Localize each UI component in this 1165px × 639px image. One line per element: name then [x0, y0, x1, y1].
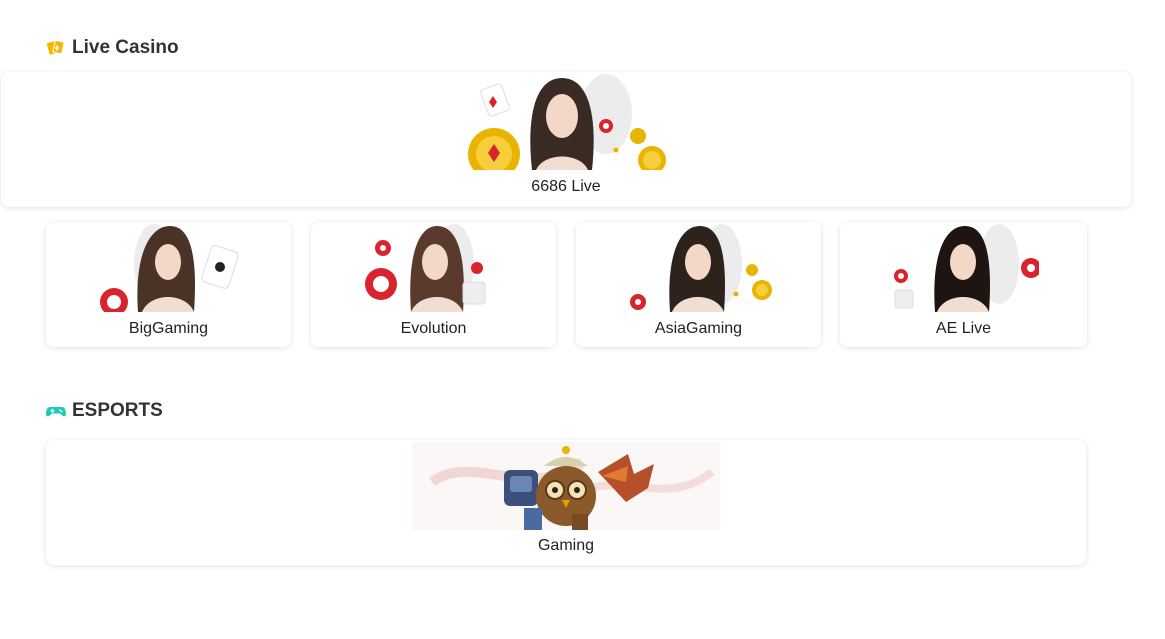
provider-label: BigGaming	[128, 320, 209, 337]
provider-label: AE Live	[935, 320, 992, 337]
live-dealer-image	[359, 224, 509, 312]
live-dealer-image	[94, 224, 244, 316]
provider-card-gaming[interactable]: Gaming	[46, 440, 1086, 565]
esports-heading: ESPORTS	[46, 400, 163, 422]
live-dealer-image	[466, 74, 666, 180]
provider-card-evolution[interactable]: Evolution	[311, 222, 556, 347]
provider-label: AsiaGaming	[654, 320, 743, 337]
live-casino-heading: Live Casino	[46, 37, 179, 59]
provider-card-ae-live[interactable]: AE Live	[840, 222, 1087, 347]
provider-label: Gaming	[537, 537, 595, 554]
esports-title: ESPORTS	[72, 400, 163, 421]
live-casino-title: Live Casino	[72, 37, 179, 58]
provider-card-asiagaming[interactable]: AsiaGaming	[576, 222, 821, 347]
provider-card-biggaming[interactable]: BigGaming	[46, 222, 291, 347]
live-dealer-image	[624, 224, 774, 312]
live-dealer-image	[889, 224, 1041, 312]
provider-label: 6686 Live	[531, 178, 601, 195]
provider-card-6686-live[interactable]: 6686 Live	[1, 72, 1131, 207]
cards-icon	[46, 39, 66, 57]
esports-character-image	[412, 442, 720, 530]
provider-label: Evolution	[400, 320, 467, 337]
gamepad-icon	[46, 402, 66, 420]
